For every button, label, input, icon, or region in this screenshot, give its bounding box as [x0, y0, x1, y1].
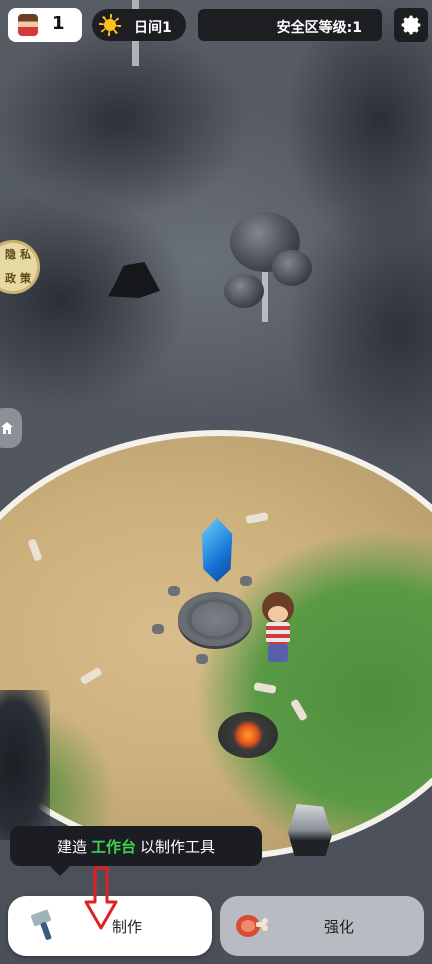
character-legs	[268, 644, 288, 662]
sun-icon	[98, 13, 122, 37]
privacy-label-line2: 政策	[5, 272, 35, 285]
upgrade-label: 强化	[324, 918, 355, 936]
gear-icon	[401, 15, 421, 35]
safe-zone-level: 安全区等级:1	[198, 9, 382, 41]
safe-zone-label: 安全区等级:1	[276, 20, 362, 36]
stone	[240, 576, 252, 586]
upgrade-button[interactable]: 强化	[220, 896, 424, 956]
meat-icon	[236, 915, 268, 937]
down-arrow-icon	[84, 866, 118, 930]
privacy-policy-button[interactable]: 隐私 政策	[0, 240, 40, 294]
tree	[224, 274, 264, 308]
side-shop-button[interactable]	[0, 408, 22, 448]
campfire[interactable]	[218, 712, 278, 758]
day-indicator: 日间1	[92, 9, 186, 41]
hammer-icon	[31, 909, 52, 940]
settings-button[interactable]	[394, 8, 428, 42]
tree	[272, 250, 312, 286]
player-count-badge: 1	[8, 8, 82, 42]
hint-highlight: 工作台	[90, 837, 136, 856]
dark-tree	[0, 690, 50, 840]
player-avatar-icon	[18, 14, 38, 36]
stone-altar[interactable]	[178, 592, 252, 646]
character-face	[268, 606, 288, 622]
stone	[168, 586, 180, 596]
house-icon	[1, 422, 13, 434]
stone	[196, 654, 208, 664]
build-hint-bubble: 建造 工作台 以制作工具	[10, 826, 262, 876]
player-count-value: 1	[52, 13, 65, 34]
privacy-label-line1: 隐私	[5, 248, 35, 261]
day-label: 日间1	[134, 20, 172, 36]
stone	[152, 624, 164, 634]
dark-rock[interactable]	[108, 262, 160, 298]
character-shirt	[266, 622, 290, 644]
hint-prefix: 建造	[56, 837, 87, 856]
hint-suffix: 以制作工具	[140, 837, 216, 856]
game-world[interactable]	[0, 0, 432, 964]
player-character[interactable]	[258, 592, 298, 666]
